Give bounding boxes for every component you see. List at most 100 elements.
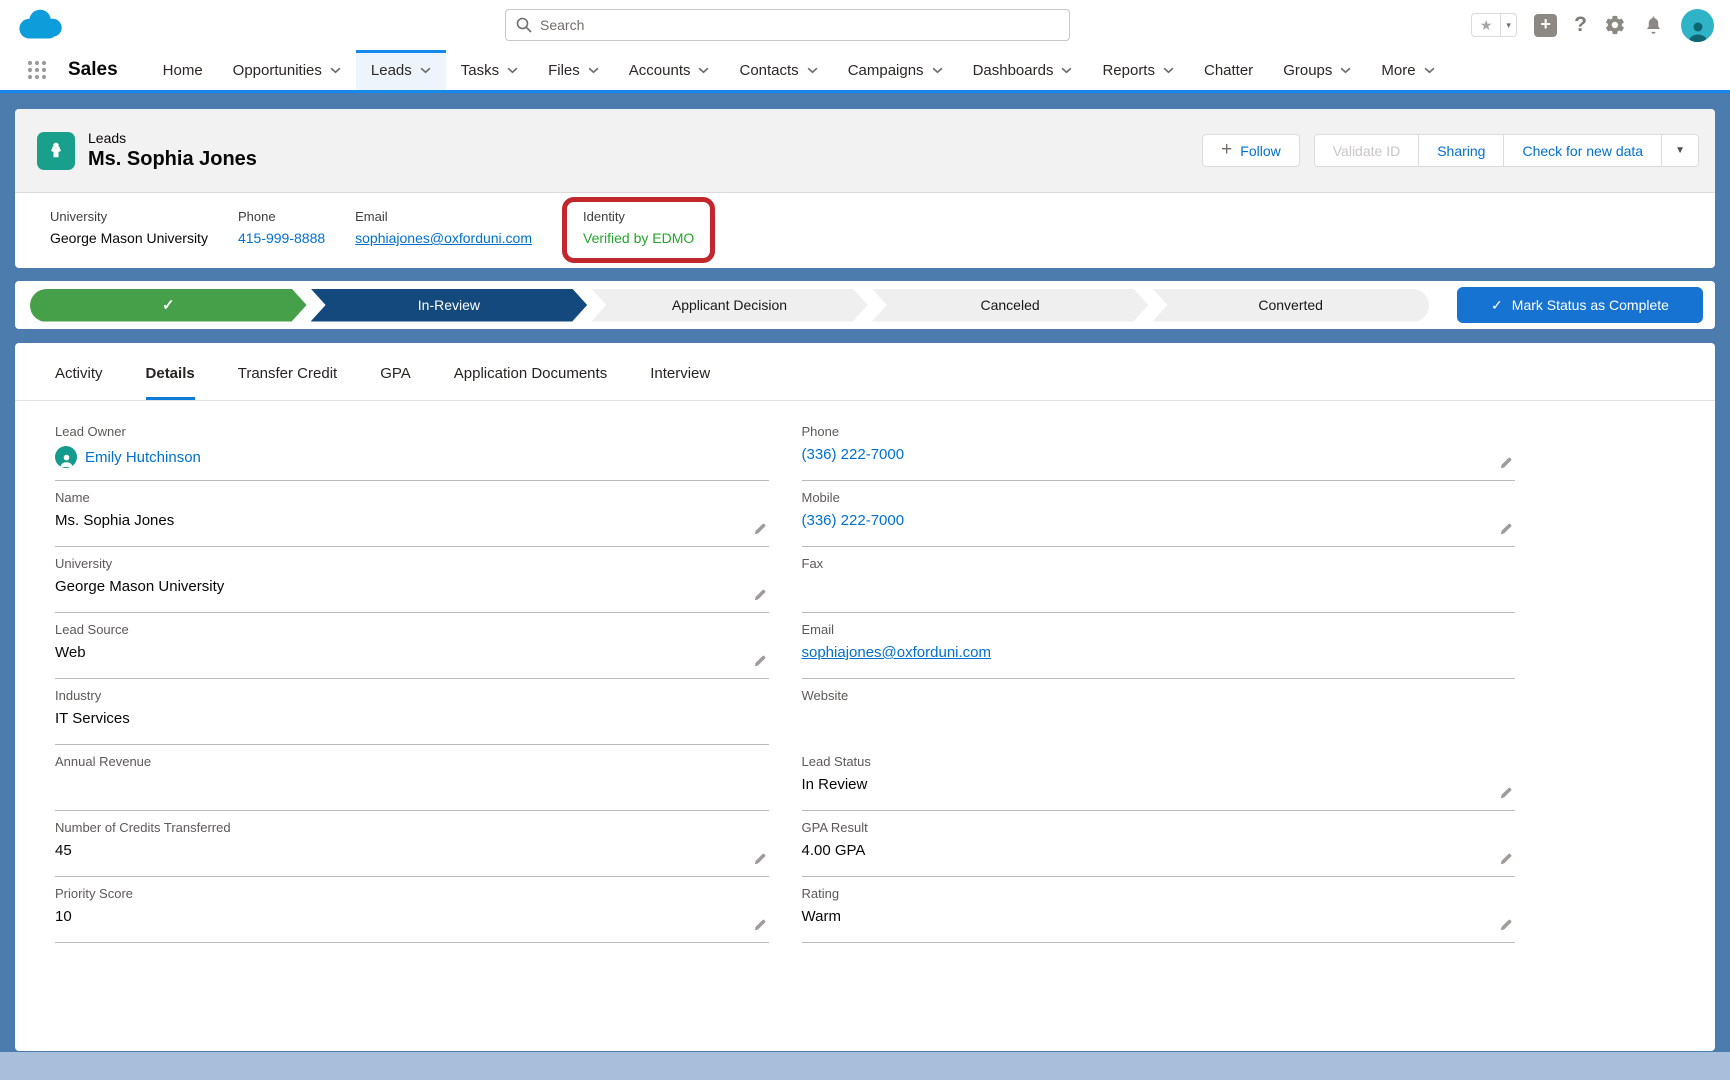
field-value: Web xyxy=(55,644,769,661)
nav-tab-chatter[interactable]: Chatter xyxy=(1189,50,1268,90)
nav-tab-label: Files xyxy=(548,62,580,79)
mark-status-complete-button[interactable]: ✓ Mark Status as Complete xyxy=(1457,287,1703,323)
app-launcher-icon[interactable] xyxy=(26,50,48,90)
edit-pencil-icon[interactable] xyxy=(752,918,767,933)
plus-icon: + xyxy=(1221,139,1232,161)
follow-button[interactable]: + Follow xyxy=(1202,134,1300,167)
lead-object-icon xyxy=(37,132,75,170)
favorites-caret-icon[interactable]: ▾ xyxy=(1500,14,1516,36)
lead-header-top: Leads Ms. Sophia Jones + Follow Validate… xyxy=(15,109,1715,193)
nav-tab-tasks[interactable]: Tasks xyxy=(446,50,533,90)
nav-tab-label: Campaigns xyxy=(848,62,924,79)
chevron-down-icon[interactable] xyxy=(507,67,518,74)
email-link[interactable]: sophiajones@oxforduni.com xyxy=(802,644,992,661)
edit-pencil-icon[interactable] xyxy=(752,522,767,537)
add-icon[interactable]: + xyxy=(1534,14,1557,37)
nav-tab-contacts[interactable]: Contacts xyxy=(724,50,832,90)
field-lead-status: Lead Status In Review xyxy=(802,745,1516,811)
tab-activity[interactable]: Activity xyxy=(55,361,103,400)
edit-pencil-icon[interactable] xyxy=(1498,456,1513,471)
field-credits-transferred: Number of Credits Transferred 45 xyxy=(55,811,769,877)
field-website: Website xyxy=(802,679,1516,745)
favorites-control[interactable]: ★ ▾ xyxy=(1471,13,1517,37)
tab-interview[interactable]: Interview xyxy=(650,361,710,400)
field-label: Industry xyxy=(55,688,769,703)
nav-tab-dashboards[interactable]: Dashboards xyxy=(958,50,1088,90)
nav-tab-label: Chatter xyxy=(1204,62,1253,79)
chevron-down-icon[interactable] xyxy=(932,67,943,74)
edit-pencil-icon[interactable] xyxy=(752,588,767,603)
sharing-button[interactable]: Sharing xyxy=(1418,135,1503,166)
chevron-down-icon[interactable] xyxy=(1163,67,1174,74)
edit-pencil-icon[interactable] xyxy=(1498,786,1513,801)
tab-gpa[interactable]: GPA xyxy=(380,361,411,400)
path-stage-completed[interactable]: ✓ xyxy=(30,289,307,322)
phone-link[interactable]: (336) 222-7000 xyxy=(802,446,905,463)
lead-owner-link[interactable]: Emily Hutchinson xyxy=(85,449,201,466)
more-actions-dropdown[interactable]: ▼ xyxy=(1661,135,1698,166)
path-stage-applicant-decision[interactable]: Applicant Decision xyxy=(591,289,868,322)
chevron-down-icon[interactable] xyxy=(420,67,431,74)
validate-id-button: Validate ID xyxy=(1315,135,1418,166)
help-icon[interactable]: ? xyxy=(1574,13,1587,37)
tab-transfer-credit[interactable]: Transfer Credit xyxy=(238,361,337,400)
mobile-link[interactable]: (336) 222-7000 xyxy=(802,512,905,529)
nav-tab-label: Dashboards xyxy=(973,62,1054,79)
nav-tab-leads[interactable]: Leads xyxy=(356,50,446,90)
user-avatar[interactable] xyxy=(1681,9,1714,42)
record-action-group: Validate ID Sharing Check for new data ▼ xyxy=(1314,134,1699,167)
path-stage-canceled[interactable]: Canceled xyxy=(872,289,1149,322)
edit-pencil-icon[interactable] xyxy=(1498,522,1513,537)
search-input[interactable] xyxy=(540,17,1059,33)
tab-application-documents[interactable]: Application Documents xyxy=(454,361,607,400)
nav-tab-label: Leads xyxy=(371,62,412,79)
object-label: Leads xyxy=(88,130,257,146)
nav-tab-groups[interactable]: Groups xyxy=(1268,50,1366,90)
page-bottom-strip xyxy=(0,1052,1730,1080)
record-detail-card: Activity Details Transfer Credit GPA App… xyxy=(15,343,1715,1051)
edit-pencil-icon[interactable] xyxy=(1498,852,1513,867)
check-for-new-data-button[interactable]: Check for new data xyxy=(1503,135,1661,166)
field-label: Rating xyxy=(802,886,1516,901)
stage-label: In-Review xyxy=(418,297,480,313)
chevron-down-icon[interactable] xyxy=(330,67,341,74)
nav-tab-more[interactable]: More xyxy=(1366,50,1449,90)
nav-tab-opportunities[interactable]: Opportunities xyxy=(218,50,356,90)
chevron-down-icon[interactable] xyxy=(698,67,709,74)
tab-details[interactable]: Details xyxy=(146,361,195,400)
check-icon: ✓ xyxy=(1491,297,1503,314)
path-stage-converted[interactable]: Converted xyxy=(1152,289,1429,322)
global-search[interactable] xyxy=(505,9,1070,41)
field-label: Name xyxy=(55,490,769,505)
edit-pencil-icon[interactable] xyxy=(752,654,767,669)
nav-tab-campaigns[interactable]: Campaigns xyxy=(833,50,958,90)
nav-tab-accounts[interactable]: Accounts xyxy=(614,50,725,90)
stage-label: Canceled xyxy=(981,297,1040,313)
notifications-bell-icon[interactable] xyxy=(1643,14,1664,36)
stage-label: Converted xyxy=(1258,297,1323,313)
record-tabs: Activity Details Transfer Credit GPA App… xyxy=(15,361,1715,401)
field-value: George Mason University xyxy=(55,578,769,595)
phone-link[interactable]: 415-999-8888 xyxy=(238,230,325,246)
chevron-down-icon[interactable] xyxy=(1061,67,1072,74)
chevron-down-icon[interactable] xyxy=(807,67,818,74)
field-label: Lead Status xyxy=(802,754,1516,769)
setup-gear-icon[interactable] xyxy=(1604,14,1626,36)
edit-pencil-icon[interactable] xyxy=(1498,918,1513,933)
nav-tab-label: Home xyxy=(163,62,203,79)
field-value: Ms. Sophia Jones xyxy=(55,512,769,529)
path-stage-in-review[interactable]: In-Review xyxy=(311,289,588,322)
edit-pencil-icon[interactable] xyxy=(752,852,767,867)
chevron-down-icon[interactable] xyxy=(1340,67,1351,74)
sales-path: ✓ In-Review Applicant Decision Canceled … xyxy=(30,289,1429,322)
nav-tab-files[interactable]: Files xyxy=(533,50,614,90)
chevron-down-icon[interactable] xyxy=(1424,67,1435,74)
nav-tab-label: Opportunities xyxy=(233,62,322,79)
owner-avatar xyxy=(55,446,77,468)
chevron-down-icon[interactable] xyxy=(588,67,599,74)
email-link[interactable]: sophiajones@oxforduni.com xyxy=(355,230,532,246)
header-buttons: + Follow Validate ID Sharing Check for n… xyxy=(1202,134,1699,167)
favorites-star-icon[interactable]: ★ xyxy=(1472,14,1500,36)
nav-tab-reports[interactable]: Reports xyxy=(1087,50,1189,90)
nav-tab-home[interactable]: Home xyxy=(148,50,218,90)
